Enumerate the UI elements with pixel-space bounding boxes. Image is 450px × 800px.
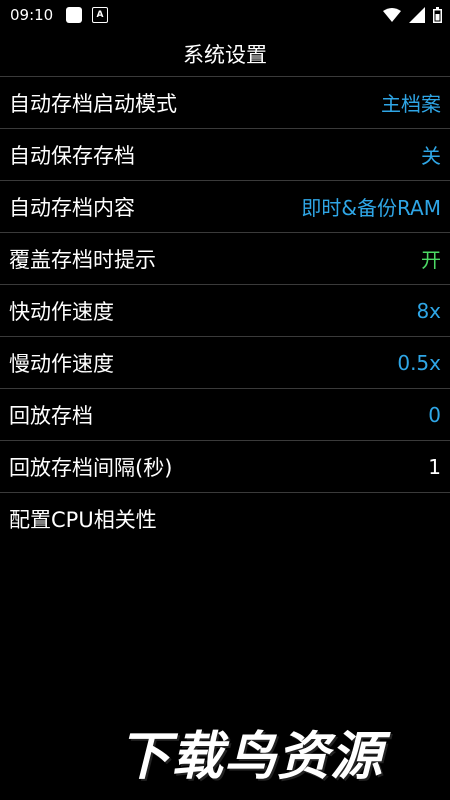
signal-icon <box>409 7 425 23</box>
setting-value: 1 <box>428 454 441 479</box>
setting-value: 开 <box>421 248 441 272</box>
setting-label: 回放存档间隔(秒) <box>9 455 173 480</box>
setting-label: 慢动作速度 <box>9 351 114 376</box>
wifi-icon <box>383 8 401 22</box>
setting-label: 自动存档内容 <box>9 195 135 220</box>
setting-row-fast-forward-speed[interactable]: 快动作速度 8x <box>0 285 450 337</box>
setting-label: 快动作速度 <box>9 299 114 324</box>
setting-row-slow-motion-speed[interactable]: 慢动作速度 0.5x <box>0 337 450 389</box>
setting-value: 0.5x <box>397 350 441 375</box>
setting-label: 回放存档 <box>9 403 93 428</box>
setting-row-cpu-affinity[interactable]: 配置CPU相关性 <box>0 493 450 545</box>
setting-label: 覆盖存档时提示 <box>9 247 156 272</box>
setting-value: 关 <box>421 144 441 168</box>
page-title: 系统设置 <box>183 43 267 67</box>
setting-label: 自动保存存档 <box>9 143 135 168</box>
system-icons <box>383 7 442 23</box>
setting-label: 自动存档启动模式 <box>9 91 177 116</box>
setting-row-rewind-interval[interactable]: 回放存档间隔(秒) 1 <box>0 441 450 493</box>
title-bar: 系统设置 <box>0 32 450 77</box>
notification-icons: A <box>66 7 108 23</box>
watermark-text: 下载鸟资源 <box>118 727 384 787</box>
battery-icon <box>433 7 442 23</box>
setting-value: 0 <box>428 402 441 427</box>
setting-row-auto-save-start-mode[interactable]: 自动存档启动模式 主档案 <box>0 77 450 129</box>
status-bar: 09:10 A <box>0 0 450 32</box>
setting-value: 主档案 <box>381 92 441 116</box>
app-notification-icon <box>66 7 82 23</box>
setting-row-overwrite-prompt[interactable]: 覆盖存档时提示 开 <box>0 233 450 285</box>
setting-value: 即时&备份RAM <box>301 196 441 220</box>
setting-value: 8x <box>416 298 441 323</box>
setting-row-rewind-save[interactable]: 回放存档 0 <box>0 389 450 441</box>
setting-label: 配置CPU相关性 <box>9 508 157 532</box>
status-time: 09:10 <box>10 6 54 24</box>
setting-row-auto-save-content[interactable]: 自动存档内容 即时&备份RAM <box>0 181 450 233</box>
a-notification-icon: A <box>92 7 108 23</box>
setting-row-auto-save[interactable]: 自动保存存档 关 <box>0 129 450 181</box>
settings-list: 自动存档启动模式 主档案 自动保存存档 关 自动存档内容 即时&备份RAM 覆盖… <box>0 77 450 545</box>
